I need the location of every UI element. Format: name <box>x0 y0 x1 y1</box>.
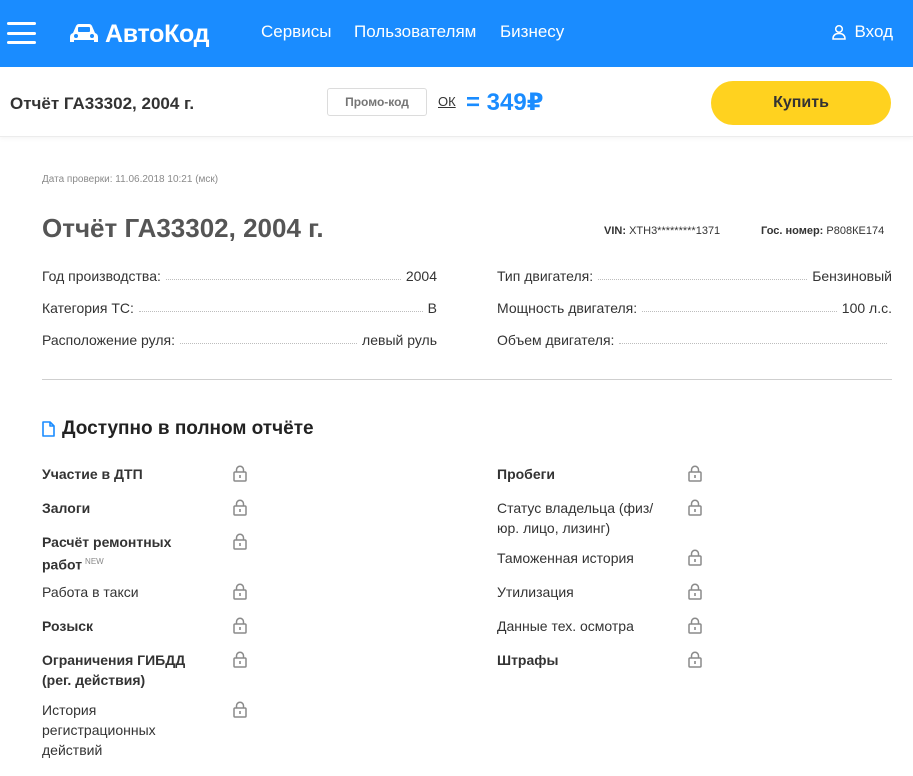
check-date: Дата проверки: 11.06.2018 10:21 (мск) <box>42 174 219 185</box>
lock-icon <box>688 583 702 600</box>
spec-value: 2004 <box>405 268 437 284</box>
user-icon <box>831 24 846 40</box>
feature-mileage: Пробеги <box>497 466 556 482</box>
lock-icon <box>233 617 247 634</box>
lock-icon <box>688 549 702 566</box>
promo-code-input[interactable] <box>327 88 427 116</box>
nav-users[interactable]: Пользователям <box>354 22 476 42</box>
logo-text: АвтоКод <box>105 19 210 48</box>
feature-fines: Штрафы <box>497 652 559 668</box>
spec-engine-volume: Объем двигателя: <box>497 328 892 348</box>
lock-icon <box>233 701 247 718</box>
dotted-leader <box>598 279 808 280</box>
feature-repair-calc: Расчёт ремонтных работ NEW <box>42 532 192 575</box>
feature-taxi: Работа в такси <box>42 584 139 600</box>
feature-registration-history: История регистрационных действий <box>42 702 156 758</box>
spec-value: 100 л.с. <box>841 300 892 316</box>
full-report-title: Доступно в полном отчёте <box>42 418 314 440</box>
price: = 349₽ <box>466 89 544 116</box>
spec-value: левый руль <box>362 332 437 348</box>
lock-icon <box>688 617 702 634</box>
spec-label: Категория ТС: <box>42 300 134 316</box>
document-icon <box>42 421 55 437</box>
lock-icon <box>233 533 247 550</box>
feature-owner-status: Статус владельца (физ/ юр. лицо, лизинг) <box>497 500 654 536</box>
lock-icon <box>688 499 702 516</box>
spec-label: Расположение руля: <box>42 332 176 348</box>
feature-repair-calc-label: Расчёт ремонтных работ <box>42 534 172 573</box>
spec-value: B <box>427 300 437 316</box>
spec-value: Бензиновый <box>812 268 892 284</box>
spec-label: Тип двигателя: <box>497 268 594 284</box>
top-navigation-bar: АвтоКод Сервисы Пользователям Бизнесу Вх… <box>0 0 913 67</box>
feature-customs: Таможенная история <box>497 550 634 566</box>
spec-engine-type: Тип двигателя: Бензиновый <box>497 264 892 284</box>
vin-value: XTH3*********1371 <box>629 225 721 237</box>
lock-icon <box>688 651 702 668</box>
dotted-leader <box>180 343 358 344</box>
feature-wanted: Розыск <box>42 618 94 634</box>
feature-recycling: Утилизация <box>497 584 574 600</box>
buy-button[interactable]: Купить <box>711 81 891 125</box>
nav-business[interactable]: Бизнесу <box>500 22 564 42</box>
plate-value: Р808КЕ174 <box>826 225 885 237</box>
spec-category: Категория ТС: B <box>42 296 437 316</box>
spec-label: Объем двигателя: <box>497 332 615 348</box>
login-label: Вход <box>854 22 893 41</box>
logo[interactable]: АвтоКод <box>69 18 210 50</box>
spec-engine-power: Мощность двигателя: 100 л.с. <box>497 296 892 316</box>
dotted-leader <box>642 311 837 312</box>
plate-number: Гос. номер: Р808КЕ174 <box>761 225 884 237</box>
spec-label: Год производства: <box>42 268 161 284</box>
dotted-leader <box>619 343 887 344</box>
new-badge: NEW <box>85 557 104 566</box>
lock-icon <box>688 465 702 482</box>
purchase-bar: Отчёт ГА33302, 2004 г. ОК = 349₽ Купить <box>0 67 913 137</box>
feature-restrictions: Ограничения ГИБДД (рег. действия) <box>42 652 186 688</box>
menu-icon[interactable] <box>7 22 36 44</box>
feature-accidents: Участие в ДТП <box>42 466 143 482</box>
purchase-bar-title: Отчёт ГА33302, 2004 г. <box>10 94 195 113</box>
report-title: Отчёт ГА33302, 2004 г. <box>42 213 324 243</box>
feature-inspection: Данные тех. осмотра <box>497 618 634 634</box>
feature-pledges: Залоги <box>42 500 91 516</box>
lock-icon <box>233 499 247 516</box>
vin: VIN: XTH3*********1371 <box>604 225 720 237</box>
lock-icon <box>233 583 247 600</box>
spec-label: Мощность двигателя: <box>497 300 638 316</box>
dotted-leader <box>165 279 401 280</box>
lock-icon <box>233 651 247 668</box>
spec-year: Год производства: 2004 <box>42 264 437 284</box>
nav-services[interactable]: Сервисы <box>261 22 331 42</box>
plate-label: Гос. номер: <box>761 225 824 237</box>
lock-icon <box>233 465 247 482</box>
divider <box>42 379 892 380</box>
full-report-title-text: Доступно в полном отчёте <box>62 418 314 439</box>
car-icon <box>70 24 98 42</box>
promo-ok-link[interactable]: ОК <box>438 94 456 109</box>
vin-label: VIN: <box>604 225 626 237</box>
spec-steering: Расположение руля: левый руль <box>42 328 437 348</box>
dotted-leader <box>138 311 423 312</box>
login-button[interactable]: Вход <box>831 22 893 42</box>
